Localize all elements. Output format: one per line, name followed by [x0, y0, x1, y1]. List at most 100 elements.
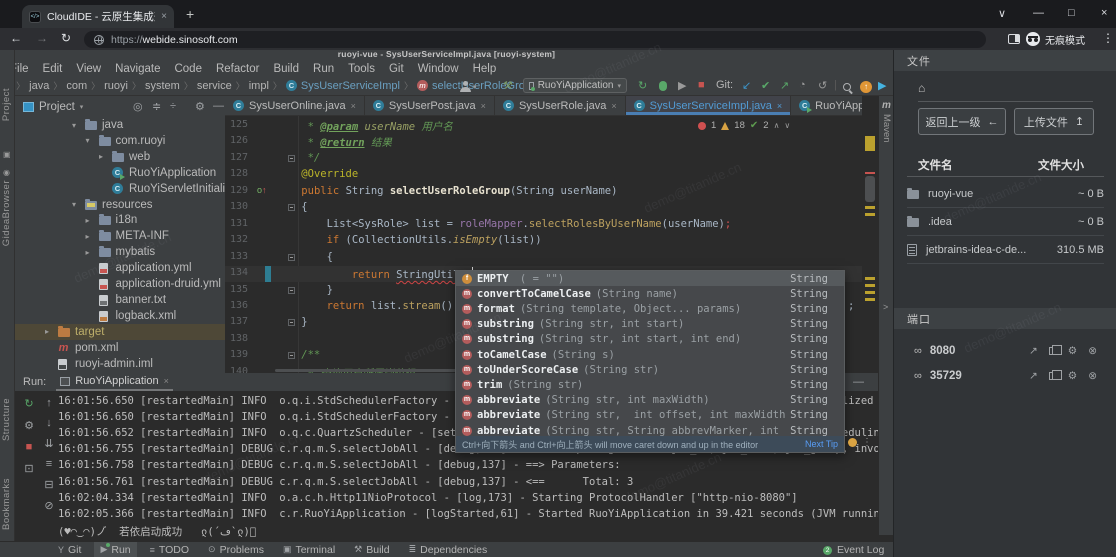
statusbar-problems[interactable]: ⊙Problems: [202, 542, 270, 557]
stop-icon[interactable]: ■: [21, 441, 37, 453]
completion-item-format[interactable]: mformat(String template, Object... param…: [456, 301, 844, 316]
tree-item-target[interactable]: ▸target: [15, 324, 225, 340]
expand-right-panel-icon[interactable]: >: [883, 302, 888, 312]
maven-tool-stripe[interactable]: m Maven >: [878, 96, 893, 535]
statusbar-todo[interactable]: ≡TODO: [144, 542, 195, 557]
tree-item-RuoYiApplication[interactable]: CRuoYiApplication: [15, 165, 225, 181]
browser-menu-icon[interactable]: ⋮: [1102, 31, 1114, 45]
completion-item-trim[interactable]: mtrim(String str)String: [456, 377, 844, 392]
stripe-structure-label[interactable]: Structure: [1, 398, 12, 441]
editor-tab-SysUserPost.java[interactable]: CSysUserPost.java×: [365, 96, 495, 115]
statusbar-build[interactable]: ⚒Build: [348, 542, 395, 557]
tree-item-ruoyi-admin.iml[interactable]: ruoyi-admin.iml: [15, 356, 225, 372]
completion-item-convertToCamelCase[interactable]: mconvertToCamelCase(String name)String: [456, 286, 844, 301]
tree-item-i18n[interactable]: ▸i18n: [15, 212, 225, 228]
completion-item-toUnderScoreCase[interactable]: mtoUnderScoreCase(String str)String: [456, 362, 844, 377]
print-icon[interactable]: ⊟: [41, 478, 57, 491]
intention-bulb[interactable]: ⋮: [848, 437, 872, 448]
menu-git[interactable]: Git: [382, 63, 411, 75]
gear-icon[interactable]: ⚙: [195, 100, 205, 113]
reload-icon[interactable]: ↻: [61, 31, 71, 45]
completion-item-substring[interactable]: msubstring(String str, int start)String: [456, 317, 844, 332]
tree-collapsed-icon[interactable]: ▸: [45, 327, 49, 336]
stripe-bookmarks-label[interactable]: Bookmarks: [1, 478, 12, 530]
git-update-icon[interactable]: ↙: [742, 79, 751, 92]
editor-tab-SysUserServiceImpl.java[interactable]: CSysUserServiceImpl.java×: [626, 96, 792, 115]
next-tip-link[interactable]: Next Tip: [805, 439, 838, 449]
code-line-132[interactable]: 132 if (CollectionUtils.isEmpty(list)): [225, 233, 878, 249]
completion-item-substring[interactable]: msubstring(String str, int start, int en…: [456, 332, 844, 347]
forward-icon[interactable]: →: [36, 31, 48, 45]
upload-file-button[interactable]: 上传文件 ↥: [1014, 108, 1094, 135]
menu-run[interactable]: Run: [306, 63, 341, 75]
window-maximize-icon[interactable]: □: [1068, 7, 1075, 19]
statusbar-git[interactable]: YGit: [52, 542, 87, 557]
event-log-button[interactable]: 2 Event Log: [823, 542, 884, 557]
locate-icon[interactable]: ◎: [133, 100, 143, 113]
tree-item-web[interactable]: ▸web: [15, 149, 225, 165]
tree-item-pom.xml[interactable]: mpom.xml: [15, 340, 225, 356]
breadcrumb-class[interactable]: CSysUserServiceImpl: [286, 80, 400, 92]
completion-item-toCamelCase[interactable]: mtoCamelCase(String s)String: [456, 347, 844, 362]
run-icon[interactable]: ↻: [638, 79, 647, 92]
menu-window[interactable]: Window: [411, 63, 466, 75]
tree-item-com.ruoyi[interactable]: ▾com.ruoyi: [15, 133, 225, 149]
breadcrumb-segment[interactable]: system: [145, 80, 180, 92]
tree-item-banner.txt[interactable]: banner.txt: [15, 292, 225, 308]
coverage-icon[interactable]: ▶: [678, 79, 686, 92]
collapse-all-icon[interactable]: ÷: [170, 100, 176, 112]
code-line-126[interactable]: 126 * @return 结果: [225, 134, 878, 150]
hide-panel-icon[interactable]: —: [213, 100, 224, 112]
close-icon[interactable]: ×: [611, 101, 616, 111]
code-line-127[interactable]: 127 */: [225, 151, 878, 167]
copy-icon[interactable]: [1049, 372, 1057, 380]
gear-icon[interactable]: ⚙: [1068, 370, 1077, 382]
back-parent-button[interactable]: 返回上一级 ←: [918, 108, 1006, 135]
up-stack-icon[interactable]: ↑: [41, 397, 57, 409]
menu-code[interactable]: Code: [167, 63, 209, 75]
rollback-icon[interactable]: ↺: [818, 79, 827, 92]
hide-panel-icon[interactable]: —: [853, 376, 864, 389]
next-issue-icon[interactable]: ∨: [784, 121, 790, 130]
soft-wrap-icon[interactable]: ≡: [41, 458, 57, 470]
address-bar[interactable]: https://webide.sinosoft.com: [84, 31, 986, 48]
tree-item-application-druid.yml[interactable]: application-druid.yml: [15, 276, 225, 292]
close-icon[interactable]: ×: [351, 101, 356, 111]
tree-item-logback.xml[interactable]: logback.xml: [15, 308, 225, 324]
stripe-project-label[interactable]: Project: [1, 88, 12, 121]
tree-collapsed-icon[interactable]: ▸: [86, 232, 90, 241]
menu-edit[interactable]: Edit: [36, 63, 70, 75]
menu-tools[interactable]: Tools: [341, 63, 382, 75]
breadcrumb-segment[interactable]: impl: [249, 80, 269, 92]
browser-tab[interactable]: </> CloudIDE - 云原生集成开发环境 ×: [22, 5, 174, 28]
tree-item-resources[interactable]: ▾resources: [15, 197, 225, 213]
new-tab-button[interactable]: +: [186, 6, 194, 22]
tree-item-application.yml[interactable]: application.yml: [15, 260, 225, 276]
git-push-icon[interactable]: ↗: [780, 79, 789, 92]
tree-expanded-icon[interactable]: ▾: [86, 136, 90, 145]
history-icon[interactable]: ◔: [799, 79, 806, 91]
settings-icon[interactable]: ⚙: [21, 419, 37, 432]
file-row-jetbrains-idea-c-de...[interactable]: jetbrains-idea-c-de...310.5 MB: [907, 236, 1104, 264]
gear-icon[interactable]: ⚙: [1068, 345, 1077, 357]
user-dropdown-icon[interactable]: ▾: [473, 83, 477, 91]
close-icon[interactable]: ×: [777, 101, 782, 111]
statusbar-dependencies[interactable]: ≣Dependencies: [403, 542, 494, 557]
menu-view[interactable]: View: [69, 63, 108, 75]
completion-item-EMPTY[interactable]: fEMPTY ( = "")String: [456, 271, 844, 286]
tree-item-java[interactable]: ▾java: [15, 117, 225, 133]
tree-expanded-icon[interactable]: ▾: [72, 121, 76, 130]
breadcrumb-segment[interactable]: java: [29, 80, 49, 92]
code-line-131[interactable]: 131 List<SysRole> list = roleMapper.sele…: [225, 217, 878, 233]
file-row-ruoyi-vue[interactable]: ruoyi-vue~ 0 B: [907, 180, 1104, 208]
open-external-icon[interactable]: ↗: [1029, 345, 1038, 357]
file-row-.idea[interactable]: .idea~ 0 B: [907, 208, 1104, 236]
close-icon[interactable]: ×: [481, 101, 486, 111]
code-line-133[interactable]: 133 {: [225, 250, 878, 266]
search-icon[interactable]: [843, 82, 851, 94]
completion-item-abbreviate[interactable]: mabbreviate(String str, int offset, int …: [456, 408, 844, 423]
run-tab[interactable]: RuoYiApplication ×: [56, 373, 173, 391]
close-icon[interactable]: ⊗: [1088, 345, 1097, 357]
breadcrumb-method[interactable]: mselectUserRoleGroup: [417, 80, 537, 92]
window-expand-icon[interactable]: ∨: [998, 7, 1006, 20]
